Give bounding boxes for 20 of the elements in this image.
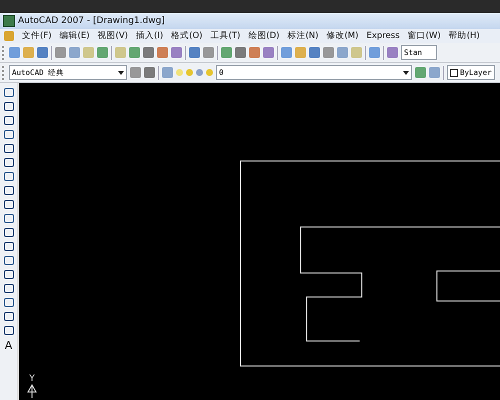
menu-item[interactable]: 标注(N) [287, 30, 318, 42]
menu-item[interactable]: 帮助(H) [448, 30, 480, 42]
window-title: AutoCAD 2007 - [Drawing1.dwg] [18, 16, 165, 26]
menu-item[interactable]: 编辑(E) [60, 30, 90, 42]
menu-item[interactable]: 工具(T) [210, 30, 240, 42]
caret-icon [403, 70, 409, 74]
menu-item[interactable]: 修改(M) [326, 30, 358, 42]
ucs-arrow-icon [27, 384, 37, 398]
ucs-axis-label: Y [29, 374, 35, 384]
menu-item[interactable]: 插入(I) [136, 30, 164, 42]
color-swatch-icon [450, 68, 458, 76]
caret-icon [118, 70, 124, 74]
menu-item[interactable]: 窗口(W) [408, 30, 441, 42]
app-icon [3, 15, 15, 27]
menu-item[interactable]: 文件(F) [22, 30, 52, 42]
menu-item[interactable]: 绘图(D) [248, 30, 280, 42]
menu-item[interactable]: Express [366, 31, 400, 41]
multiline-text-tool[interactable]: A [4, 340, 12, 352]
menu-item[interactable]: 视图(V) [98, 30, 128, 42]
menu-item[interactable]: 格式(O) [171, 30, 202, 42]
